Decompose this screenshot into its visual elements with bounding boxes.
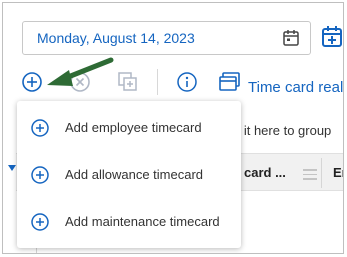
column-separator [321, 158, 322, 188]
menu-item-add-maintenance-timecard[interactable]: Add maintenance timecard [17, 202, 241, 242]
date-picker-field[interactable]: Monday, August 14, 2023 [22, 21, 311, 55]
calendar-icon[interactable] [282, 29, 300, 47]
annotation-arrow-icon [47, 57, 114, 86]
app-window: Monday, August 14, 2023 Time card real p… [2, 2, 344, 254]
group-drop-hint: p it here to group [233, 123, 332, 138]
toolbar-divider [157, 69, 158, 95]
column-header-card[interactable]: card ... [244, 165, 286, 180]
menu-item-label: Add allowance timecard [65, 167, 204, 182]
menu-item-add-employee-timecard[interactable]: Add employee timecard [17, 108, 241, 148]
info-icon[interactable] [176, 71, 198, 93]
add-circle-icon [31, 213, 49, 231]
add-timecard-menu: Add employee timecard Add allowance time… [17, 101, 241, 248]
calendar-today-icon[interactable] [321, 25, 343, 49]
time-card-button-label[interactable]: Time card real [248, 79, 343, 96]
menu-item-label: Add employee timecard [65, 120, 202, 135]
date-value: Monday, August 14, 2023 [37, 30, 195, 46]
add-circle-icon[interactable] [21, 71, 43, 93]
add-circle-icon [31, 166, 49, 184]
time-card-icon [219, 72, 240, 91]
column-header-employee[interactable]: En [333, 165, 343, 180]
column-filter-icon[interactable] [303, 169, 317, 183]
menu-item-add-allowance-timecard[interactable]: Add allowance timecard [17, 155, 241, 195]
copy-add-icon[interactable] [117, 71, 139, 93]
add-circle-icon [31, 119, 49, 137]
menu-item-label: Add maintenance timecard [65, 214, 220, 229]
expand-marker-icon[interactable] [8, 165, 16, 171]
